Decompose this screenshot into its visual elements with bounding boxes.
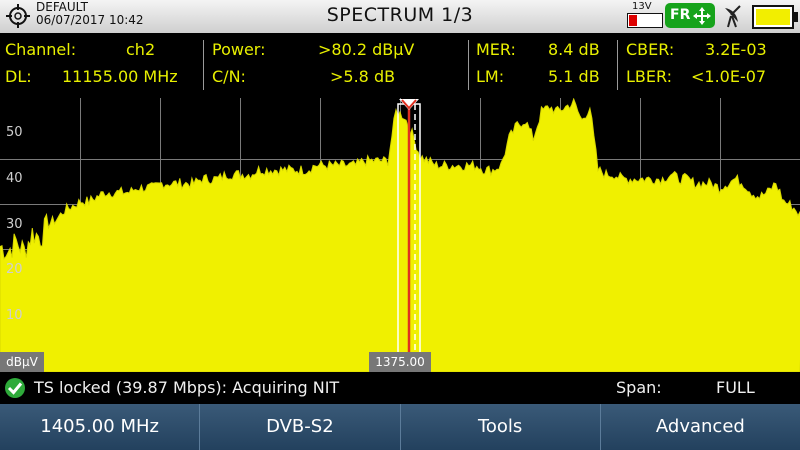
status-bar: TS locked (39.87 Mbps): Acquiring NIT Sp… xyxy=(0,374,800,402)
advanced-softkey[interactable]: Advanced xyxy=(600,404,800,450)
span-label: Span: xyxy=(616,378,662,397)
check-icon xyxy=(5,378,25,398)
softkey-bar: 1405.00 MHz DVB-S2 Tools Advanced xyxy=(0,404,800,450)
standard-softkey[interactable]: DVB-S2 xyxy=(200,404,401,450)
move-arrows-icon xyxy=(693,7,711,25)
power-label: Power: xyxy=(212,40,266,59)
dl-label: DL: xyxy=(5,67,32,86)
title-bar: DEFAULT 06/07/2017 10:42 SPECTRUM 1/3 13… xyxy=(0,0,800,33)
lm-label: LM: xyxy=(476,67,505,86)
y-unit-label: dBµV xyxy=(0,352,44,372)
divider xyxy=(468,40,469,90)
marker-frequency-label: 1375.00 xyxy=(369,352,431,372)
span-value: FULL xyxy=(716,378,755,397)
y-tick-label: 30 xyxy=(6,217,23,232)
battery-icon xyxy=(752,5,798,29)
spectrum-chart xyxy=(0,97,800,373)
cn-value: >5.8 dB xyxy=(330,67,396,86)
power-value: >80.2 dBµV xyxy=(318,40,415,59)
divider xyxy=(203,40,204,90)
spectrum-trace xyxy=(0,97,800,373)
lber-value: <1.0E-07 xyxy=(691,67,767,86)
dl-value: 11155.00 MHz xyxy=(62,67,178,86)
y-tick-label: 40 xyxy=(6,171,23,186)
frequency-softkey[interactable]: 1405.00 MHz xyxy=(0,404,201,450)
channel-value: ch2 xyxy=(126,40,156,59)
lber-label: LBER: xyxy=(626,67,673,86)
cber-value: 3.2E-03 xyxy=(705,40,767,59)
spectrum-plot[interactable]: 50 40 30 20 10 xyxy=(0,97,800,373)
lm-value: 5.1 dB xyxy=(548,67,600,86)
lock-status-message: TS locked (39.87 Mbps): Acquiring NIT xyxy=(34,378,340,397)
channel-label: Channel: xyxy=(5,40,77,59)
lnb-voltage: 13V xyxy=(632,1,652,12)
measurement-panel: Channel: ch2 DL: 11155.00 MHz Power: >80… xyxy=(0,33,800,96)
cber-label: CBER: xyxy=(626,40,675,59)
divider xyxy=(617,40,618,90)
tools-softkey[interactable]: Tools xyxy=(400,404,601,450)
fr-label: FR xyxy=(670,7,691,23)
y-tick-label: 50 xyxy=(6,125,23,140)
lnb-power-indicator xyxy=(627,13,663,28)
y-tick-label: 10 xyxy=(6,308,23,323)
satellite-dish-icon xyxy=(725,5,741,28)
mer-value: 8.4 dB xyxy=(548,40,600,59)
cn-label: C/N: xyxy=(212,67,246,86)
mer-label: MER: xyxy=(476,40,516,59)
y-tick-label: 20 xyxy=(6,262,23,277)
fr-mode-badge[interactable]: FR xyxy=(665,3,715,28)
